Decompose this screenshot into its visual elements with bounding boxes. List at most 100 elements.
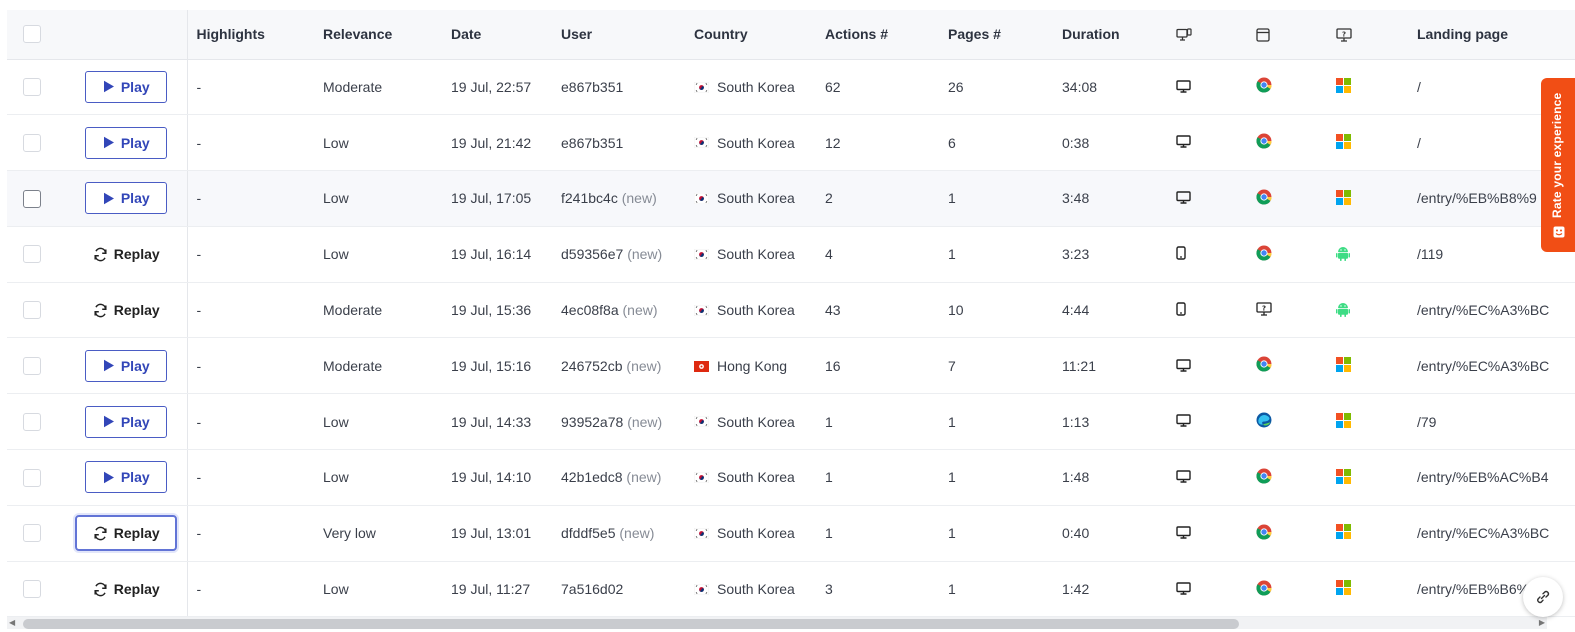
south-korea-flag-icon — [694, 414, 717, 430]
link-icon — [1537, 590, 1550, 604]
cell-browser — [1247, 561, 1327, 617]
header-actions[interactable]: Actions # — [816, 10, 939, 60]
row-action-cell: Play — [66, 337, 188, 395]
user-id: 42b1edc8 — [561, 469, 623, 486]
play-button[interactable]: Play — [85, 405, 168, 438]
table-row[interactable]: Play - Low 19 Jul, 14:10 42b1edc8 (new) … — [7, 449, 1575, 506]
cell-landing-page[interactable]: /entry/%EB%AC%B4 — [1408, 449, 1575, 506]
cell-country: South Korea — [685, 226, 816, 283]
copy-link-button[interactable] — [1523, 577, 1563, 617]
row-checkbox[interactable] — [23, 133, 41, 152]
new-user-tag: (new) — [626, 357, 662, 374]
south-korea-flag-icon — [694, 469, 717, 485]
horizontal-scrollbar[interactable]: ◀ ▶ — [7, 617, 1547, 629]
table-row[interactable]: Play - Low 19 Jul, 14:33 93952a78 (new) … — [7, 393, 1575, 451]
header-user[interactable]: User — [552, 10, 685, 60]
row-checkbox[interactable] — [23, 189, 41, 208]
rate-experience-tab[interactable]: Rate your experience — [1541, 78, 1575, 252]
cell-duration: 34:08 — [1053, 59, 1167, 116]
replay-icon — [94, 526, 107, 541]
cell-device — [1167, 449, 1247, 506]
header-pages[interactable]: Pages # — [939, 10, 1053, 60]
cell-pages-count: 1 — [939, 505, 1053, 562]
row-checkbox[interactable] — [23, 524, 41, 543]
country-name: South Korea — [717, 190, 795, 207]
play-button[interactable]: Play — [85, 126, 168, 159]
rate-experience-label: Rate your experience — [1550, 92, 1564, 218]
table-row[interactable]: Replay - Very low 19 Jul, 13:01 dfddf5e5… — [7, 505, 1575, 562]
play-button[interactable]: Play — [85, 349, 168, 382]
cell-relevance: Low — [314, 170, 442, 227]
play-button[interactable]: Play — [85, 461, 168, 494]
cell-highlights: - — [187, 337, 314, 395]
row-action-cell: Play — [66, 449, 188, 506]
row-checkbox[interactable] — [23, 468, 41, 487]
row-select-cell — [7, 282, 66, 339]
play-button[interactable]: Play — [85, 182, 168, 215]
play-button[interactable]: Play — [85, 70, 168, 103]
row-checkbox[interactable] — [23, 301, 41, 320]
cell-user: dfddf5e5 (new) — [552, 505, 685, 562]
header-duration[interactable]: Duration — [1053, 10, 1167, 60]
row-checkbox[interactable] — [23, 78, 41, 97]
table-row[interactable]: Play - Low 19 Jul, 21:42 e867b351 South … — [7, 114, 1575, 172]
table-row[interactable]: Replay - Low 19 Jul, 11:27 7a516d02 Sout… — [7, 561, 1575, 617]
hong-kong-flag-icon — [694, 358, 717, 374]
replay-button[interactable]: Replay — [75, 571, 177, 607]
chrome-browser-icon — [1256, 245, 1272, 264]
windows-icon — [1336, 468, 1351, 487]
table-row[interactable]: Replay - Moderate 19 Jul, 15:36 4ec08f8a… — [7, 282, 1575, 339]
cell-highlights: - — [187, 226, 314, 283]
table-row[interactable]: Play - Moderate 19 Jul, 22:57 e867b351 S… — [7, 59, 1575, 116]
header-browser[interactable] — [1247, 10, 1327, 60]
select-all-checkbox[interactable] — [23, 25, 41, 44]
cell-highlights: - — [187, 449, 314, 506]
header-device[interactable] — [1167, 10, 1247, 60]
south-korea-flag-icon — [694, 135, 717, 151]
row-checkbox[interactable] — [23, 357, 41, 376]
replay-button[interactable]: Replay — [75, 515, 178, 552]
cell-country: South Korea — [685, 561, 816, 617]
cell-duration: 4:44 — [1053, 282, 1167, 339]
country-name: South Korea — [717, 134, 795, 151]
table-row[interactable]: Play - Moderate 19 Jul, 15:16 246752cb (… — [7, 337, 1575, 395]
mobile-icon — [1176, 302, 1186, 319]
row-checkbox[interactable] — [23, 245, 41, 264]
cell-duration: 11:21 — [1053, 337, 1167, 395]
cell-os — [1327, 449, 1408, 506]
header-highlights[interactable]: Highlights — [187, 10, 314, 60]
header-date[interactable]: Date — [442, 10, 552, 60]
cell-os — [1327, 561, 1408, 617]
replay-button[interactable]: Replay — [75, 292, 177, 328]
cell-landing-page[interactable]: /entry/%EC%A3%BC — [1408, 282, 1575, 339]
cell-browser — [1247, 170, 1327, 227]
cell-pages-count: 1 — [939, 393, 1053, 451]
header-os[interactable]: ? — [1327, 10, 1408, 60]
cell-landing-page[interactable]: /79 — [1408, 393, 1575, 451]
user-id: 7a516d02 — [561, 581, 624, 598]
header-relevance[interactable]: Relevance — [314, 10, 442, 60]
cell-actions-count: 1 — [816, 393, 939, 451]
desktop-icon — [1176, 79, 1191, 96]
scrollbar-thumb[interactable] — [23, 619, 1239, 629]
header-country[interactable]: Country — [685, 10, 816, 60]
south-korea-flag-icon — [694, 525, 717, 541]
replay-button[interactable]: Replay — [75, 236, 177, 272]
edge-browser-icon — [1256, 412, 1272, 431]
select-all-cell — [7, 10, 66, 60]
svg-text:?: ? — [1262, 304, 1266, 312]
table-row[interactable]: Replay - Low 19 Jul, 16:14 d59356e7 (new… — [7, 226, 1575, 283]
cell-landing-page[interactable]: /entry/%EC%A3%BC — [1408, 337, 1575, 395]
cell-highlights: - — [187, 393, 314, 451]
scroll-right-icon[interactable]: ▶ — [1539, 618, 1545, 627]
cell-browser — [1247, 226, 1327, 283]
row-checkbox[interactable] — [23, 412, 41, 431]
header-landing-page[interactable]: Landing page — [1408, 10, 1575, 60]
cell-landing-page[interactable]: /entry/%EC%A3%BC — [1408, 505, 1575, 562]
cell-highlights: - — [187, 505, 314, 562]
scroll-left-icon[interactable]: ◀ — [9, 618, 15, 627]
play-icon — [103, 360, 114, 372]
table-row[interactable]: Play - Low 19 Jul, 17:05 f241bc4c (new) … — [7, 170, 1575, 227]
cell-pages-count: 26 — [939, 59, 1053, 116]
row-checkbox[interactable] — [23, 580, 41, 599]
